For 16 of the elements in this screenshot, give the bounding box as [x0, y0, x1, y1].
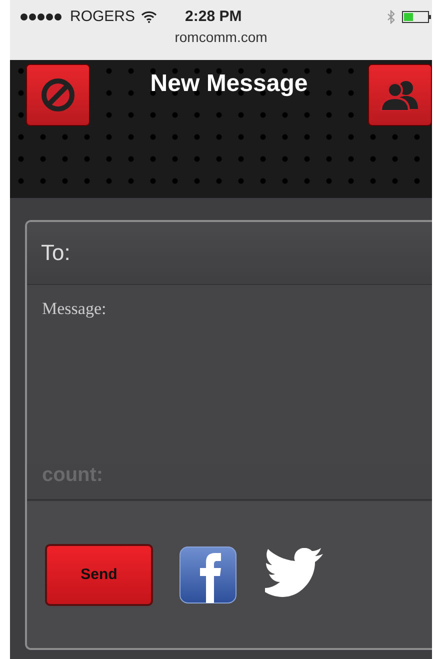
send-button[interactable]: Send — [45, 544, 153, 606]
battery-icon — [402, 10, 432, 22]
cancel-button[interactable] — [26, 64, 90, 126]
recipient-field[interactable]: To: — [27, 222, 432, 285]
bluetooth-icon — [387, 10, 396, 24]
signal-icon — [20, 12, 64, 20]
clock-time: 2:28 PM — [185, 8, 242, 25]
url-text: romcomm.com — [174, 29, 268, 45]
facebook-icon[interactable] — [179, 546, 237, 604]
carrier-name: ROGERS — [70, 8, 136, 25]
screen-title: New Message — [150, 70, 308, 98]
people-icon — [380, 79, 420, 111]
prohibited-icon — [40, 77, 76, 113]
contacts-button[interactable] — [368, 64, 432, 126]
wifi-icon — [141, 10, 158, 22]
message-field[interactable]: Message: — [27, 285, 432, 464]
